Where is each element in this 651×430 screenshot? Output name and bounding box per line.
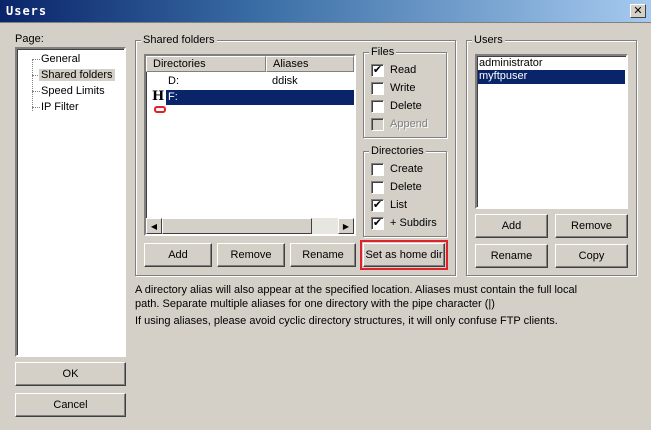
directories-legend: Directories <box>369 145 426 157</box>
files-legend: Files <box>369 46 397 58</box>
scrollbar-thumb[interactable] <box>162 218 312 234</box>
file-delete-checkbox[interactable] <box>371 100 384 113</box>
table-row[interactable]: D: ddisk <box>146 73 354 89</box>
window-title: Users <box>6 4 48 18</box>
create-checkbox[interactable] <box>371 163 384 176</box>
list-label: List <box>390 199 408 211</box>
set-home-dir-button[interactable]: Set as home dir <box>360 240 448 270</box>
list-item-selected[interactable]: myftpuser <box>478 70 625 84</box>
subdirs-checkbox[interactable]: ✔ <box>371 217 384 230</box>
append-label: Append <box>390 118 428 130</box>
add-folder-button[interactable]: Add <box>144 243 212 267</box>
scroll-left-icon[interactable]: ◀ <box>146 218 162 234</box>
shared-folders-legend: Shared folders <box>141 34 217 46</box>
tree-item-speed-limits[interactable]: Speed Limits <box>39 85 107 97</box>
list-checkbox[interactable]: ✔ <box>371 199 384 212</box>
read-label: Read <box>390 64 417 76</box>
page-tree[interactable]: General Shared folders Speed Limits IP F… <box>15 47 126 357</box>
note-line-2: path. Separate multiple aliases for one … <box>135 298 495 310</box>
remove-folder-button[interactable]: Remove <box>217 243 285 267</box>
cancel-button[interactable]: Cancel <box>15 393 126 417</box>
write-checkbox[interactable] <box>371 82 384 95</box>
scroll-right-icon[interactable]: ▶ <box>338 218 354 234</box>
append-checkbox[interactable] <box>371 118 384 131</box>
checkmark-icon: ✔ <box>372 217 383 229</box>
tree-item-general[interactable]: General <box>39 53 82 65</box>
close-icon: ✕ <box>633 4 643 17</box>
directory-cell: D: <box>168 75 179 87</box>
remove-user-button[interactable]: Remove <box>555 214 628 238</box>
alias-cell: ddisk <box>272 75 298 87</box>
rename-user-button[interactable]: Rename <box>475 244 548 268</box>
rename-folder-button[interactable]: Rename <box>290 243 356 267</box>
dir-delete-label: Delete <box>390 181 422 193</box>
copy-user-button[interactable]: Copy <box>555 244 628 268</box>
tree-item-shared-folders[interactable]: Shared folders <box>39 69 115 81</box>
column-header-directories[interactable]: Directories <box>146 56 266 72</box>
add-user-button[interactable]: Add <box>475 214 548 238</box>
ok-button[interactable]: OK <box>15 362 126 386</box>
checkmark-icon: ✔ <box>372 64 383 76</box>
directory-cell: F: <box>168 91 178 103</box>
tree-item-ip-filter[interactable]: IP Filter <box>39 101 81 113</box>
read-checkbox[interactable]: ✔ <box>371 64 384 77</box>
users-legend: Users <box>472 34 505 46</box>
column-header-aliases[interactable]: Aliases <box>266 56 354 72</box>
page-label: Page: <box>15 33 44 45</box>
close-button[interactable]: ✕ <box>630 4 646 18</box>
create-label: Create <box>390 163 424 175</box>
users-list[interactable]: administrator myftpuser <box>475 54 628 209</box>
table-row-selected[interactable]: F: <box>166 90 354 105</box>
title-bar[interactable] <box>0 0 651 23</box>
write-label: Write <box>390 82 416 94</box>
alias-note: A directory alias will also appear at th… <box>135 283 635 311</box>
file-delete-label: Delete <box>390 100 422 112</box>
subdirs-label: + Subdirs <box>390 217 437 229</box>
cyclic-note: If using aliases, please avoid cyclic di… <box>135 315 558 327</box>
dir-delete-checkbox[interactable] <box>371 181 384 194</box>
list-item[interactable]: administrator <box>478 57 625 71</box>
note-line-1: A directory alias will also appear at th… <box>135 284 578 296</box>
checkmark-icon: ✔ <box>372 199 383 211</box>
highlight-marker <box>154 106 166 113</box>
directories-list[interactable]: Directories Aliases D: ddisk F: H ◀ ▶ <box>144 54 356 236</box>
tree-connector <box>32 59 33 111</box>
home-dir-icon: H <box>152 89 165 104</box>
horizontal-scrollbar[interactable]: ◀ ▶ <box>146 218 354 234</box>
